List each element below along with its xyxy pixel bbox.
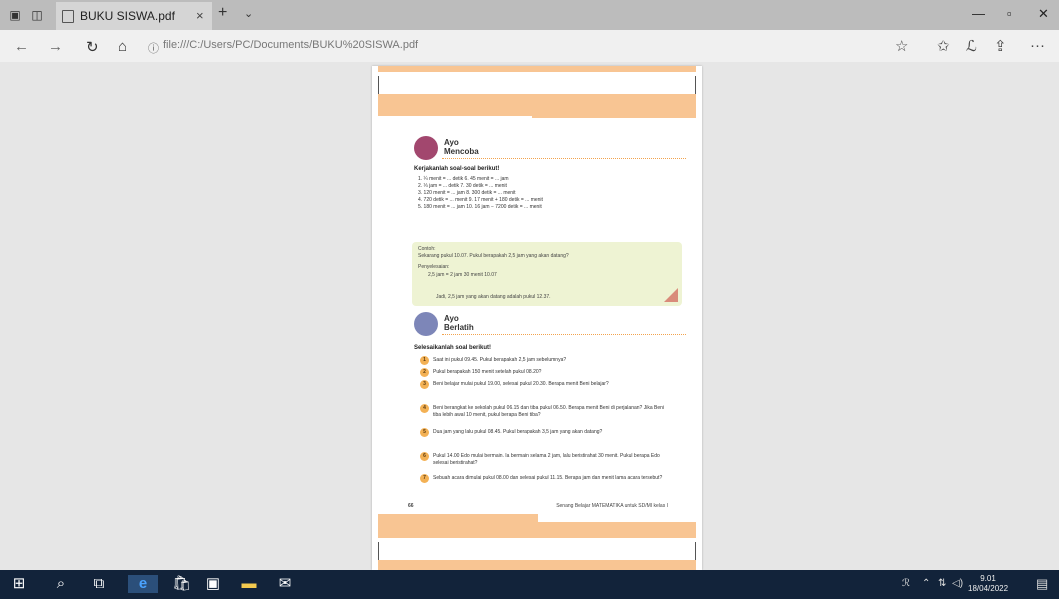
footer-band [378,560,696,570]
question-number: 7 [420,474,429,483]
conversion-list: 1. ¼ menit = ... detik 6. 45 menit = ...… [418,176,678,211]
example-answer: Jadi, 2,5 jam yang akan datang adalah pu… [436,294,551,300]
taskbar: ⊞ ⌕ ⧉ e 🛍 ▣ ▬ ✉ ℛ ⌃ ⇅ ◁) 9.01 18/04/2022… [0,570,1059,599]
solution-label: Penyelesaian: [418,264,450,270]
clock-time: 9.01 [980,574,996,583]
pdf-viewer[interactable]: Ayo Mencoba Kerjakanlah soal-soal beriku… [0,62,1059,570]
start-button[interactable]: ⊞ [10,575,28,593]
notifications-icon[interactable]: ▤ [1036,576,1048,592]
pdf-file-icon [62,10,74,23]
mail-icon[interactable]: ✉ [276,575,294,593]
share-icon[interactable]: ⇪ [994,37,1007,55]
question-item: 5 Dua jam yang lalu pukul 08.45. Pukul b… [420,428,670,444]
close-window-button[interactable]: ✕ [1038,6,1049,22]
task-view-icon[interactable]: ⧉ [90,575,108,593]
task-instruction: Selesaikanlah soal berikut! [414,345,492,351]
character-icon [414,136,438,160]
show-hidden-icons-icon[interactable]: ⌃ [922,578,930,589]
back-button[interactable]: ← [14,38,29,55]
clock[interactable]: 9.01 18/04/2022 [968,574,1008,594]
forward-button[interactable]: → [48,38,63,55]
list-item: 4. 720 detik = ... menit 9. 17 menit + 1… [418,197,543,203]
tab-title: BUKU SISWA.pdf [80,9,175,23]
question-number: 5 [420,428,429,437]
title-bar: ▣ ◫ BUKU SISWA.pdf × + ⌄ — ▫ ✕ [0,0,1059,30]
sign-icon[interactable]: ℒ [966,37,977,55]
list-item: 1. ¼ menit = ... detik 6. 45 menit = ...… [418,176,509,182]
home-button[interactable]: ⌂ [118,38,127,55]
refresh-button[interactable]: ↻ [86,38,99,56]
file-explorer-icon[interactable]: ▬ [240,575,258,593]
section-ayo-berlatih: Ayo Berlatih [414,312,574,340]
question-number: 6 [420,452,429,461]
tabs-aside-icon[interactable]: ◫ [30,8,44,22]
task-instruction: Kerjakanlah soal-soal berikut! [414,166,500,172]
corner-decoration [664,288,678,302]
section-ayo-mencoba: Ayo Mencoba [414,136,574,164]
header-band [532,110,696,118]
solution-step: 2,5 jam = 2 jam 30 menit 10.07 [428,272,497,278]
edge-icon[interactable]: e [128,575,158,593]
question-text: Pukul berapakah 150 menit setelah pukul … [433,369,542,375]
dotted-divider [442,334,686,335]
navigation-bar: ← → ↻ ⌂ ⓘ file:///C:/Users/PC/Documents/… [0,30,1059,62]
crop-mark [695,76,696,96]
close-tab-icon[interactable]: × [196,8,204,23]
page-number: 66 [408,503,414,509]
more-icon[interactable]: ··· [1030,37,1045,54]
footer-text: Senang Belajar MATEMATIKA untuk SD/MI ke… [556,503,668,509]
list-item: 2. ⅓ jam = ... detik 7. 30 detik = ... m… [418,183,507,189]
network-icon[interactable]: ⇅ [938,578,946,589]
question-item: 4 Beni berangkat ke sekolah pukul 06.15 … [420,404,670,420]
people-icon[interactable]: ℛ [902,578,910,589]
question-text: Beni belajar mulai pukul 19.00, selesai … [433,381,609,387]
list-item: 5. 180 menit = ... jam 10. 16 jam − 7200… [418,204,542,210]
new-tab-button[interactable]: + [218,4,227,22]
favorites-icon[interactable]: ✩ [937,37,950,55]
question-number: 3 [420,380,429,389]
question-text: Sebuah acara dimulai pukul 08.00 dan sel… [433,475,663,481]
question-number: 1 [420,356,429,365]
tab-actions-icon[interactable]: ▣ [8,8,22,22]
header-band [378,66,696,72]
question-item: 7 Sebuah acara dimulai pukul 08.00 dan s… [420,474,670,490]
question-text: Beni berangkat ke sekolah pukul 06.15 da… [433,405,664,418]
search-icon[interactable]: ⌕ [52,575,70,593]
tab-buku-siswa[interactable]: BUKU SISWA.pdf × [56,2,212,30]
footer-band [378,522,696,538]
example-label: Contoh: [418,246,436,252]
pdf-page: Ayo Mencoba Kerjakanlah soal-soal beriku… [372,66,702,570]
question-text: Dua jam yang lalu pukul 08.45. Pukul ber… [433,429,603,435]
info-icon[interactable]: ⓘ [148,40,159,56]
question-text: Pukul 14.00 Edo mulai bermain. Ia bermai… [433,453,660,466]
question-item: 3 Beni belajar mulai pukul 19.00, selesa… [420,380,670,396]
address-bar[interactable]: file:///C:/Users/PC/Documents/BUKU%20SIS… [163,39,418,51]
character-icon [414,312,438,336]
question-number: 2 [420,368,429,377]
app-icon[interactable]: ▣ [204,575,222,593]
volume-icon[interactable]: ◁) [952,578,963,589]
dotted-divider [442,158,686,159]
tab-list-button[interactable]: ⌄ [244,7,253,20]
question-text: Saat ini pukul 09.45. Pukul berapakah 2,… [433,357,567,363]
section-title: Ayo Mencoba [444,138,479,156]
example-question: Sekarang pukul 10.07. Pukul berapakah 2,… [418,253,569,259]
clock-date: 18/04/2022 [968,584,1009,593]
crop-mark [378,76,379,96]
example-box: Contoh: Sekarang pukul 10.07. Pukul bera… [412,242,682,306]
question-item: 6 Pukul 14.00 Edo mulai bermain. Ia berm… [420,452,670,468]
question-item: 2 Pukul berapakah 150 menit setelah puku… [420,368,670,378]
favorite-star-icon[interactable]: ☆ [895,37,908,55]
question-number: 4 [420,404,429,413]
maximize-button[interactable]: ▫ [1007,6,1012,21]
store-icon[interactable]: 🛍 [172,575,191,593]
list-item: 3. 120 menit = ... jam 8. 300 detik = ..… [418,190,516,196]
question-item: 1 Saat ini pukul 09.45. Pukul berapakah … [420,356,670,366]
section-title: Ayo Berlatih [444,314,474,332]
minimize-button[interactable]: — [972,6,985,21]
